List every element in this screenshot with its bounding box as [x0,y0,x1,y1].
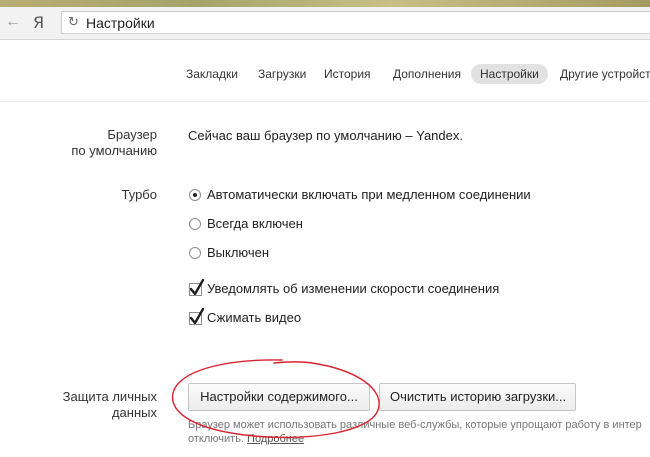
tab-settings[interactable]: Настройки [471,64,548,84]
settings-tabs: Закладки Загрузки История Дополнения Нас… [0,64,650,84]
turbo-off-label[interactable]: Выключен [207,245,269,260]
browser-toolbar: ← Я ↻ Настройки [0,7,650,40]
turbo-always-radio[interactable] [189,218,201,230]
tabs-divider [0,101,650,102]
check-icon [189,279,205,296]
privacy-note-text2: отключить. [188,433,244,445]
tab-other-devices[interactable]: Другие устройства [560,64,650,84]
address-bar[interactable]: ↻ Настройки [61,11,650,34]
turbo-off-radio[interactable] [189,247,201,259]
privacy-label-line1: Защита личных [62,389,157,404]
privacy-label-line2: данных [111,405,157,420]
address-text[interactable]: Настройки [86,15,155,31]
reload-icon[interactable]: ↻ [68,15,79,30]
turbo-label: Турбо [121,187,157,202]
tab-bookmarks[interactable]: Закладки [186,64,238,84]
tab-downloads[interactable]: Загрузки [258,64,306,84]
check-icon [189,308,205,325]
notify-speed-checkbox[interactable] [189,279,205,296]
tab-extensions[interactable]: Дополнения [393,64,461,84]
privacy-note: Браузер может использовать различные веб… [188,418,650,446]
more-info-link[interactable]: Подробнее [247,433,304,445]
default-browser-label-line1: Браузер [107,127,157,142]
content-settings-button[interactable]: Настройки содержимого... [188,383,370,411]
compress-video-label[interactable]: Сжимать видео [207,310,301,325]
window-top-strip [0,0,650,7]
turbo-always-label[interactable]: Всегда включен [207,216,303,231]
privacy-note-text: Браузер может использовать различные веб… [188,419,642,431]
turbo-auto-radio[interactable] [189,189,201,201]
privacy-label: Защита личных данных [40,389,157,421]
tab-history[interactable]: История [324,64,371,84]
notify-speed-label[interactable]: Уведомлять об изменении скорости соедине… [207,281,499,296]
turbo-auto-label[interactable]: Автоматически включать при медленном сое… [207,187,531,202]
default-browser-label-line2: по умолчанию [71,143,157,158]
default-browser-label: Браузер по умолчанию [40,127,157,159]
compress-video-checkbox[interactable] [189,308,205,325]
default-browser-status: Сейчас ваш браузер по умолчанию – Yandex… [188,128,463,143]
yandex-logo[interactable]: Я [33,13,44,32]
privacy-note-line2: отключить. Подробнее [188,432,650,446]
clear-download-history-button[interactable]: Очистить историю загрузки... [379,383,576,411]
back-arrow-icon[interactable]: ← [5,14,21,30]
